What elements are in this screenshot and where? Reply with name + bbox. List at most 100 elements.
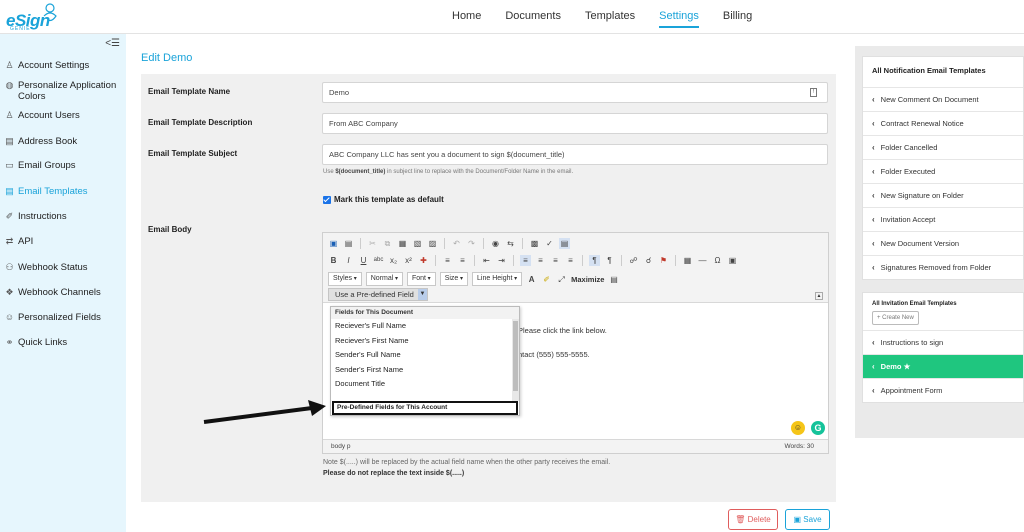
delete-button[interactable]: 🗑 Delete: [728, 509, 778, 530]
unlink-icon[interactable]: ☌: [643, 255, 654, 266]
rich-text-editor[interactable]: ▣ ▤ ✂ ⧉ ▦ ▧ ▨ ↶ ↷ ◉ ⇆ ▩ ✓ ▤ B I U abc x₂…: [322, 232, 829, 454]
template-item-demo[interactable]: ‹ Demo ★: [863, 354, 1023, 378]
maximize-icon[interactable]: ⤢: [556, 274, 567, 285]
sidebar-item-account-users[interactable]: ♙ Account Users: [0, 110, 124, 121]
redo-icon[interactable]: ↷: [466, 238, 477, 249]
element-path[interactable]: body p: [331, 443, 351, 450]
menu-item-sender-s-full-name[interactable]: Sender's Full Name: [331, 348, 519, 363]
template-item-new-signature-on-folder[interactable]: ‹ New Signature on Folder: [863, 183, 1023, 207]
find-icon[interactable]: ◉: [490, 238, 501, 249]
menu-item-document-title[interactable]: Document Title: [331, 377, 519, 392]
show-blocks-icon[interactable]: ▤: [608, 274, 619, 285]
predefined-field-dropdown[interactable]: Use a Pre-defined Field ▼: [328, 288, 428, 301]
underline-icon[interactable]: U: [358, 255, 369, 266]
special-char-icon[interactable]: Ω: [712, 255, 723, 266]
size-dropdown[interactable]: Size: [439, 272, 469, 286]
template-item-new-document-version[interactable]: ‹ New Document Version: [863, 231, 1023, 255]
align-center-icon[interactable]: ≡: [535, 255, 546, 266]
template-item-invitation-accept[interactable]: ‹ Invitation Accept: [863, 207, 1023, 231]
ltr-icon[interactable]: ¶: [589, 255, 600, 266]
emoji-icon[interactable]: ☺: [791, 421, 805, 435]
template-item-appointment-form[interactable]: ‹ Appointment Form: [863, 378, 1023, 402]
strikethrough-icon[interactable]: abc: [373, 255, 384, 266]
template-item-folder-executed[interactable]: ‹ Folder Executed: [863, 159, 1023, 183]
paste-word-icon[interactable]: ▨: [427, 238, 438, 249]
templates-icon[interactable]: ▤: [559, 238, 570, 249]
nav-billing[interactable]: Billing: [711, 0, 764, 34]
menu-item-sender-s-first-name[interactable]: Sender's First Name: [331, 363, 519, 378]
template-description-input[interactable]: From ABC Company: [322, 113, 828, 134]
template-item-contract-renewal-notice[interactable]: ‹ Contract Renewal Notice: [863, 111, 1023, 135]
select-all-icon[interactable]: ▩: [529, 238, 540, 249]
sidebar-item-api[interactable]: ⇄ API: [0, 236, 124, 247]
link-icon[interactable]: ☍: [628, 255, 639, 266]
menu-account-fields-header[interactable]: Pre-Defined Fields for This Account: [332, 401, 518, 415]
nav-settings[interactable]: Settings: [647, 0, 711, 34]
numbered-list-icon[interactable]: ≡: [442, 255, 453, 266]
justify-icon[interactable]: ≡: [565, 255, 576, 266]
save-icon[interactable]: ▣: [328, 238, 339, 249]
chevron-down-icon[interactable]: ▼: [418, 289, 427, 300]
rtl-icon[interactable]: ¶: [604, 255, 615, 266]
superscript-icon[interactable]: x²: [403, 255, 414, 266]
horizontal-line-icon[interactable]: —: [697, 255, 708, 266]
align-right-icon[interactable]: ≡: [550, 255, 561, 266]
checkbox-checked-icon[interactable]: [323, 195, 331, 204]
sidebar-item-webhook-channels[interactable]: ❖ Webhook Channels: [0, 287, 124, 298]
paste-icon[interactable]: ▦: [397, 238, 408, 249]
subscript-icon[interactable]: x₂: [388, 255, 399, 266]
indent-icon[interactable]: ⇥: [496, 255, 507, 266]
format-dropdown[interactable]: Normal: [365, 272, 403, 286]
sidebar-item-address-book[interactable]: ▤ Address Book: [0, 136, 124, 147]
align-left-icon[interactable]: ≡: [520, 255, 531, 266]
template-name-input[interactable]: Demo !: [322, 82, 828, 103]
template-item-signatures-removed-from-folder[interactable]: ‹ Signatures Removed from Folder: [863, 255, 1023, 279]
styles-dropdown[interactable]: Styles: [328, 272, 362, 286]
collapse-toolbar-icon[interactable]: ▲: [815, 292, 823, 300]
spellcheck-icon[interactable]: ✓: [544, 238, 555, 249]
sidebar-item-instructions[interactable]: ✐ Instructions: [0, 211, 124, 222]
template-item-instructions-to-sign[interactable]: ‹ Instructions to sign: [863, 330, 1023, 354]
template-subject-input[interactable]: ABC Company LLC has sent you a document …: [322, 144, 828, 165]
template-item-folder-cancelled[interactable]: ‹ Folder Cancelled: [863, 135, 1023, 159]
table-icon[interactable]: ▦: [682, 255, 693, 266]
menu-item-reciever-s-first-name[interactable]: Reciever's First Name: [331, 334, 519, 349]
maximize-button[interactable]: Maximize: [571, 275, 604, 284]
menu-scrollbar[interactable]: [512, 319, 519, 401]
anchor-icon[interactable]: ⚑: [658, 255, 669, 266]
font-dropdown[interactable]: Font: [407, 272, 436, 286]
sidebar-item-personalized-fields[interactable]: ☺ Personalized Fields: [0, 312, 124, 323]
background-color-icon[interactable]: ✐: [541, 274, 552, 285]
cut-icon[interactable]: ✂: [367, 238, 378, 249]
copy-icon[interactable]: ⧉: [382, 238, 393, 249]
nav-home[interactable]: Home: [440, 0, 493, 34]
sidebar-item-personalize-application-colors[interactable]: ◍ Personalize Application Colors: [0, 80, 124, 102]
grammarly-icon[interactable]: G: [811, 421, 825, 435]
bold-icon[interactable]: B: [328, 255, 339, 266]
default-template-checkbox[interactable]: Mark this template as default: [323, 195, 444, 204]
save-button[interactable]: ▣ Save: [785, 509, 830, 530]
menu-item-reciever-s-full-name[interactable]: Reciever's Full Name: [331, 319, 519, 334]
collapse-menu-icon[interactable]: <☰: [105, 38, 120, 49]
sidebar-item-account-settings[interactable]: ♙ Account Settings: [0, 60, 124, 71]
sidebar-item-webhook-status[interactable]: ⚇ Webhook Status: [0, 262, 124, 273]
nav-templates[interactable]: Templates: [573, 0, 647, 34]
create-new-button[interactable]: + Create New: [872, 311, 919, 325]
field-info-icon[interactable]: !: [810, 88, 817, 97]
sidebar-item-quick-links[interactable]: ⚭ Quick Links: [0, 337, 124, 348]
sidebar-item-email-groups[interactable]: ▭ Email Groups: [0, 160, 124, 171]
text-color-icon[interactable]: A: [526, 274, 537, 285]
paste-text-icon[interactable]: ▧: [412, 238, 423, 249]
italic-icon[interactable]: I: [343, 255, 354, 266]
undo-icon[interactable]: ↶: [451, 238, 462, 249]
bulleted-list-icon[interactable]: ≡: [457, 255, 468, 266]
sidebar-item-email-templates[interactable]: ▤ Email Templates: [0, 186, 124, 197]
image-icon[interactable]: ▣: [727, 255, 738, 266]
outdent-icon[interactable]: ⇤: [481, 255, 492, 266]
scrollbar-thumb[interactable]: [513, 321, 518, 391]
app-logo[interactable]: eSign GENIE: [4, 2, 64, 32]
preview-icon[interactable]: ▤: [343, 238, 354, 249]
line-height-dropdown[interactable]: Line Height: [472, 272, 523, 286]
remove-format-icon[interactable]: ✚: [418, 255, 429, 266]
nav-documents[interactable]: Documents: [493, 0, 573, 34]
